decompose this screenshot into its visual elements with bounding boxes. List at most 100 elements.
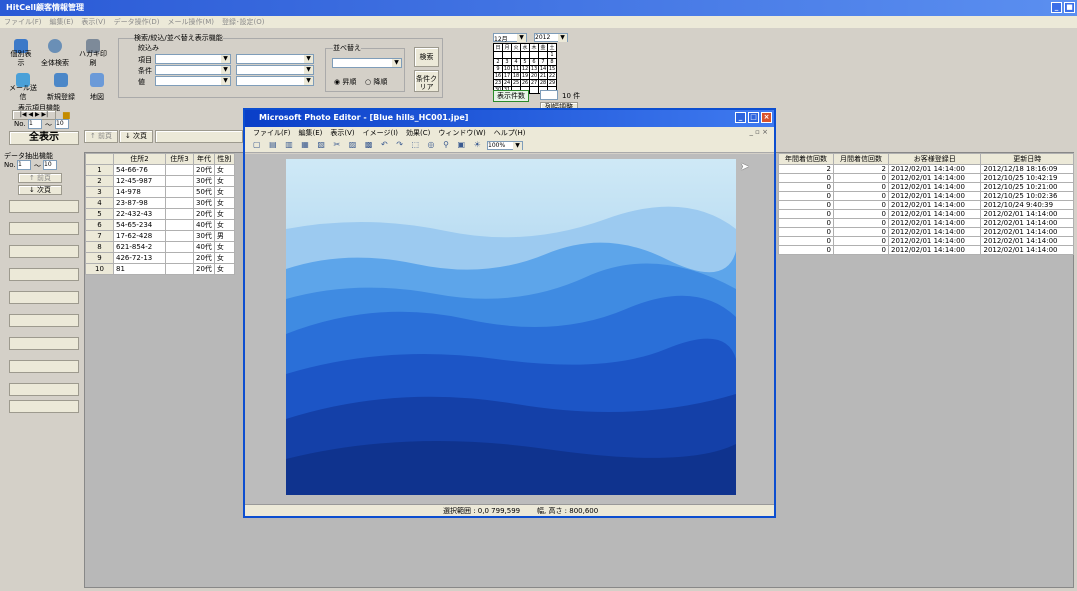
photo-canvas[interactable] bbox=[245, 154, 774, 504]
calendar-date[interactable]: 29 bbox=[547, 79, 557, 87]
table-cell[interactable]: 0 bbox=[833, 209, 889, 219]
table-cell[interactable]: 2012/12/18 18:16:09 bbox=[980, 164, 1074, 174]
table-cell[interactable] bbox=[165, 219, 194, 231]
table-cell[interactable]: 0 bbox=[778, 173, 834, 183]
table-cell[interactable]: 20代 bbox=[193, 263, 215, 275]
table-row[interactable]: 0 0 2012/02/01 14:14:00 2012/02/01 14:14:00 bbox=[778, 245, 1074, 255]
cond-select-2[interactable]: ▼ bbox=[236, 65, 314, 75]
table-cell[interactable]: 2012/02/01 14:14:00 bbox=[887, 200, 982, 210]
extract-slot-button[interactable] bbox=[9, 291, 79, 304]
table-cell[interactable]: 0 bbox=[778, 182, 834, 192]
month-select[interactable]: 12月 ▼ bbox=[493, 33, 527, 43]
calendar-date[interactable]: 18 bbox=[511, 72, 521, 80]
extract-slot-button[interactable] bbox=[9, 222, 79, 235]
map-button[interactable]: 地図 bbox=[84, 70, 110, 102]
calendar-date[interactable]: 25 bbox=[511, 79, 521, 87]
table-row[interactable]: 1 54-66-76 20代女 bbox=[85, 164, 235, 176]
table-cell[interactable]: 2012/02/01 14:14:00 bbox=[887, 218, 982, 228]
table-cell[interactable]: 0 bbox=[778, 218, 834, 228]
table-cell[interactable]: 女 bbox=[213, 241, 235, 253]
table-cell[interactable]: 2012/02/01 14:14:00 bbox=[980, 209, 1074, 219]
display-no-from[interactable]: 1 bbox=[28, 119, 42, 129]
sort-select[interactable]: ▼ bbox=[332, 58, 402, 68]
calendar-grid[interactable]: 日月火水木金土 1 2345678 9 10 11 12 13 14 15 16 17 18 19… bbox=[493, 43, 557, 94]
column-header[interactable]: 性別 bbox=[213, 153, 235, 165]
calendar-date[interactable]: 24 bbox=[502, 79, 512, 87]
table-cell[interactable]: 2012/02/01 14:14:00 bbox=[887, 236, 982, 246]
global-search-button[interactable]: 全体検索 bbox=[38, 36, 72, 68]
row-number[interactable]: 9 bbox=[85, 252, 114, 264]
calendar-date[interactable] bbox=[538, 51, 548, 59]
table-cell[interactable] bbox=[165, 197, 194, 209]
table-cell[interactable]: 54-66-76 bbox=[113, 164, 166, 176]
table-cell[interactable]: 0 bbox=[778, 236, 834, 246]
menu-mail[interactable]: メール操作(M) bbox=[168, 17, 215, 27]
table-cell[interactable]: 0 bbox=[778, 209, 834, 219]
row-number[interactable]: 3 bbox=[85, 186, 114, 198]
table-cell[interactable]: 女 bbox=[213, 175, 235, 187]
calendar-date[interactable]: 15 bbox=[547, 65, 557, 73]
table-cell[interactable]: 2012/02/01 14:14:00 bbox=[887, 173, 982, 183]
table-cell[interactable]: 17-62-428 bbox=[113, 230, 166, 242]
table-cell[interactable]: 男 bbox=[213, 230, 235, 242]
table-cell[interactable]: 0 bbox=[833, 245, 889, 255]
calendar-date[interactable] bbox=[529, 86, 539, 94]
table-cell[interactable]: 621-854-2 bbox=[113, 241, 166, 253]
menu-data[interactable]: データ操作(D) bbox=[114, 17, 160, 27]
table-cell[interactable] bbox=[165, 241, 194, 253]
table-cell[interactable]: 女 bbox=[213, 208, 235, 220]
photo-minimize-button[interactable]: _ bbox=[735, 112, 746, 123]
table-cell[interactable]: 2012/02/01 14:14:00 bbox=[887, 182, 982, 192]
table-cell[interactable]: 女 bbox=[213, 197, 235, 209]
pe-menu-help[interactable]: ヘルプ(H) bbox=[494, 128, 526, 138]
calendar-date[interactable] bbox=[493, 51, 503, 59]
search-button[interactable]: 検索 bbox=[414, 47, 439, 67]
extract-slot-button[interactable] bbox=[9, 245, 79, 258]
table-cell[interactable]: 40代 bbox=[193, 219, 215, 231]
calendar-date[interactable]: 7 bbox=[538, 58, 548, 66]
row-number[interactable]: 5 bbox=[85, 208, 114, 220]
extract-slot-button[interactable] bbox=[9, 337, 79, 350]
pe-menu-effect[interactable]: 効果(C) bbox=[406, 128, 430, 138]
table-cell[interactable]: 0 bbox=[778, 245, 834, 255]
customer-table-right[interactable]: 年間着信回数 月間着信回数 お客様登録日 更新日時 2 2 2012/02/01 14:1… bbox=[778, 153, 1074, 255]
table-row[interactable]: 0 0 2012/02/01 14:14:00 2012/02/01 14:14:00 bbox=[778, 218, 1074, 228]
table-cell[interactable] bbox=[165, 186, 194, 198]
table-cell[interactable]: 2 bbox=[833, 164, 889, 174]
table-row[interactable]: 2 12-45-987 30代女 bbox=[85, 175, 235, 187]
column-header[interactable]: 年間着信回数 bbox=[778, 153, 834, 165]
table-cell[interactable] bbox=[165, 175, 194, 187]
column-header[interactable]: 住所2 bbox=[113, 153, 166, 165]
calendar-date[interactable]: 3 bbox=[502, 58, 512, 66]
extract-prev-button[interactable]: ↑ 前頁 bbox=[18, 173, 62, 183]
table-cell[interactable]: 0 bbox=[833, 191, 889, 201]
sort-asc-radio[interactable]: ◉ 昇順 bbox=[334, 77, 356, 87]
table-cell[interactable]: 2012/10/25 10:02:36 bbox=[980, 191, 1074, 201]
item-select-2[interactable]: ▼ bbox=[236, 54, 314, 64]
table-cell[interactable]: 20代 bbox=[193, 164, 215, 176]
minimize-button[interactable]: _ bbox=[1051, 2, 1062, 13]
menu-settings[interactable]: 登録･設定(O) bbox=[222, 17, 264, 27]
table-cell[interactable]: 23-87-98 bbox=[113, 197, 166, 209]
calendar-date[interactable]: 5 bbox=[520, 58, 530, 66]
calendar-date[interactable]: 27 bbox=[529, 79, 539, 87]
table-row[interactable]: 3 14-978 50代女 bbox=[85, 186, 235, 198]
table-cell[interactable]: 2012/10/25 10:21:00 bbox=[980, 182, 1074, 192]
calendar-date[interactable]: 22 bbox=[547, 72, 557, 80]
row-number[interactable]: 10 bbox=[85, 263, 114, 275]
row-number[interactable]: 1 bbox=[85, 164, 114, 176]
cond-select-1[interactable]: ▼ bbox=[155, 65, 231, 75]
table-cell[interactable]: 2012/02/01 14:14:00 bbox=[887, 191, 982, 201]
table-cell[interactable]: 2012/02/01 14:14:00 bbox=[887, 209, 982, 219]
table-cell[interactable] bbox=[165, 164, 194, 176]
display-no-to[interactable]: 10 bbox=[55, 119, 69, 129]
table-cell[interactable]: 50代 bbox=[193, 186, 215, 198]
table-cell[interactable]: 2012/10/25 10:42:19 bbox=[980, 173, 1074, 183]
table-cell[interactable]: 14-978 bbox=[113, 186, 166, 198]
calendar-date[interactable]: 1 bbox=[547, 51, 557, 59]
item-select-1[interactable]: ▼ bbox=[155, 54, 231, 64]
display-blank-button[interactable] bbox=[155, 130, 243, 143]
show-all-button[interactable]: 全表示 bbox=[9, 131, 79, 145]
detail-view-button[interactable]: 個別表示 bbox=[8, 36, 34, 68]
table-row[interactable]: 0 0 2012/02/01 14:14:00 2012/02/01 14:14:00 bbox=[778, 236, 1074, 246]
